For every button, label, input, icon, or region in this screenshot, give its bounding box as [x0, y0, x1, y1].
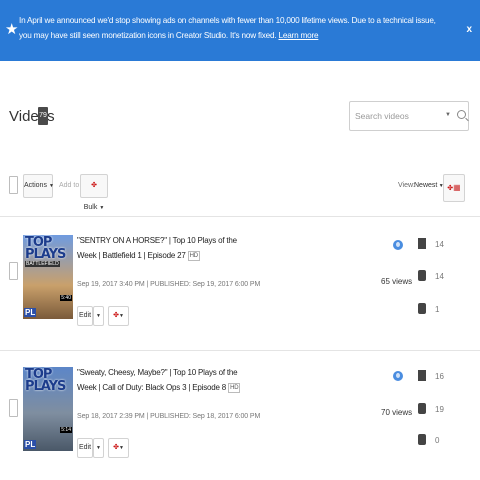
learn-more-link[interactable]: Learn more	[278, 31, 318, 40]
thumbnail-text: TOP PLAYS	[25, 235, 66, 262]
dislike-count: 0	[435, 436, 440, 445]
thumbs-up-icon[interactable]	[418, 270, 426, 281]
video-row-checkbox[interactable]	[9, 399, 18, 417]
chevron-down-icon: ▼	[118, 445, 124, 451]
search-input[interactable]: Search videos ▼	[349, 101, 469, 131]
video-title-link[interactable]: "SENTRY ON A HORSE?" | Top 10 Plays of t…	[77, 233, 247, 263]
thumbs-down-icon[interactable]	[418, 303, 426, 314]
actions-button[interactable]: Actions ▼	[23, 174, 54, 198]
thumbnail-subtitle: BATTLEFIELD	[25, 261, 60, 267]
video-meta: Sep 18, 2017 2:39 PM | PUBLISHED: Sep 18…	[77, 413, 261, 420]
banner-message: In April we announced we'd stop showing …	[19, 13, 444, 43]
view-count: 65 views	[381, 277, 413, 286]
video-thumbnail[interactable]: TOP PLAYS BATTLEFIELD 5:40 PL	[23, 235, 73, 319]
actions-label: Actions	[24, 182, 47, 189]
edit-dropdown-button[interactable]: ▼	[93, 438, 104, 458]
monetization-filter-button[interactable]: ✤▦	[443, 174, 465, 202]
chevron-down-icon[interactable]: ▼	[445, 112, 451, 118]
like-count: 14	[435, 272, 444, 281]
edit-button[interactable]: Edit	[77, 306, 93, 326]
view-label: View:	[398, 182, 415, 189]
select-all-checkbox[interactable]	[9, 176, 18, 194]
search-placeholder: Search videos	[355, 111, 409, 121]
divider	[0, 216, 480, 217]
video-thumbnail[interactable]: TOP PLAYS 5:14 PL	[23, 367, 73, 451]
sort-dropdown[interactable]: Newest ▼	[414, 182, 444, 189]
banner-close-button[interactable]: x	[466, 24, 472, 35]
calendar-icon: ▦	[453, 183, 461, 192]
bulk-button[interactable]: ✤ Bulk ▼	[80, 174, 108, 211]
bulk-label: Bulk	[83, 204, 98, 211]
hd-badge: HD	[228, 382, 241, 393]
video-duration: 5:14	[60, 427, 72, 433]
dislike-count: 1	[435, 305, 440, 314]
video-duration: 5:40	[60, 295, 72, 301]
public-globe-icon	[393, 371, 403, 381]
public-globe-icon	[393, 240, 403, 250]
comment-count: 14	[435, 240, 444, 249]
video-title: "SENTRY ON A HORSE?" | Top 10 Plays of t…	[77, 236, 237, 260]
view-count: 70 views	[381, 408, 413, 417]
monetization-icon: ✤	[91, 182, 97, 189]
add-to-button[interactable]: Add to	[59, 182, 79, 189]
thumbnail-text: TOP PLAYS	[25, 367, 66, 394]
video-row-checkbox[interactable]	[9, 262, 18, 280]
thumbs-down-icon[interactable]	[418, 434, 426, 445]
star-icon: ★	[5, 21, 19, 38]
hd-badge: HD	[187, 250, 200, 261]
notification-banner: ★ In April we announced we'd stop showin…	[0, 0, 480, 61]
monetization-button[interactable]: ✤▼	[108, 438, 129, 458]
chevron-down-icon: ▼	[118, 313, 124, 319]
banner-text: In April we announced we'd stop showing …	[19, 16, 436, 40]
thumbs-up-icon[interactable]	[418, 403, 426, 414]
comment-icon[interactable]	[418, 370, 426, 381]
video-count-badge: 79	[38, 107, 48, 125]
channel-logo-icon: PL	[24, 308, 37, 317]
search-icon[interactable]	[457, 110, 466, 119]
chevron-down-icon: ▼	[99, 205, 105, 211]
sort-label: Newest	[414, 182, 438, 189]
video-title-link[interactable]: "Sweaty, Cheesy, Maybe?" | Top 10 Plays …	[77, 365, 247, 395]
comment-count: 16	[435, 372, 444, 381]
video-meta: Sep 19, 2017 3:40 PM | PUBLISHED: Sep 19…	[77, 281, 261, 288]
edit-dropdown-button[interactable]: ▼	[93, 306, 104, 326]
comment-icon[interactable]	[418, 238, 426, 249]
chevron-down-icon: ▼	[48, 183, 54, 189]
channel-logo-icon: PL	[24, 440, 37, 449]
like-count: 19	[435, 405, 444, 414]
video-title: "Sweaty, Cheesy, Maybe?" | Top 10 Plays …	[77, 368, 238, 392]
edit-button[interactable]: Edit	[77, 438, 93, 458]
divider	[0, 350, 480, 351]
monetization-button[interactable]: ✤▼	[108, 306, 129, 326]
